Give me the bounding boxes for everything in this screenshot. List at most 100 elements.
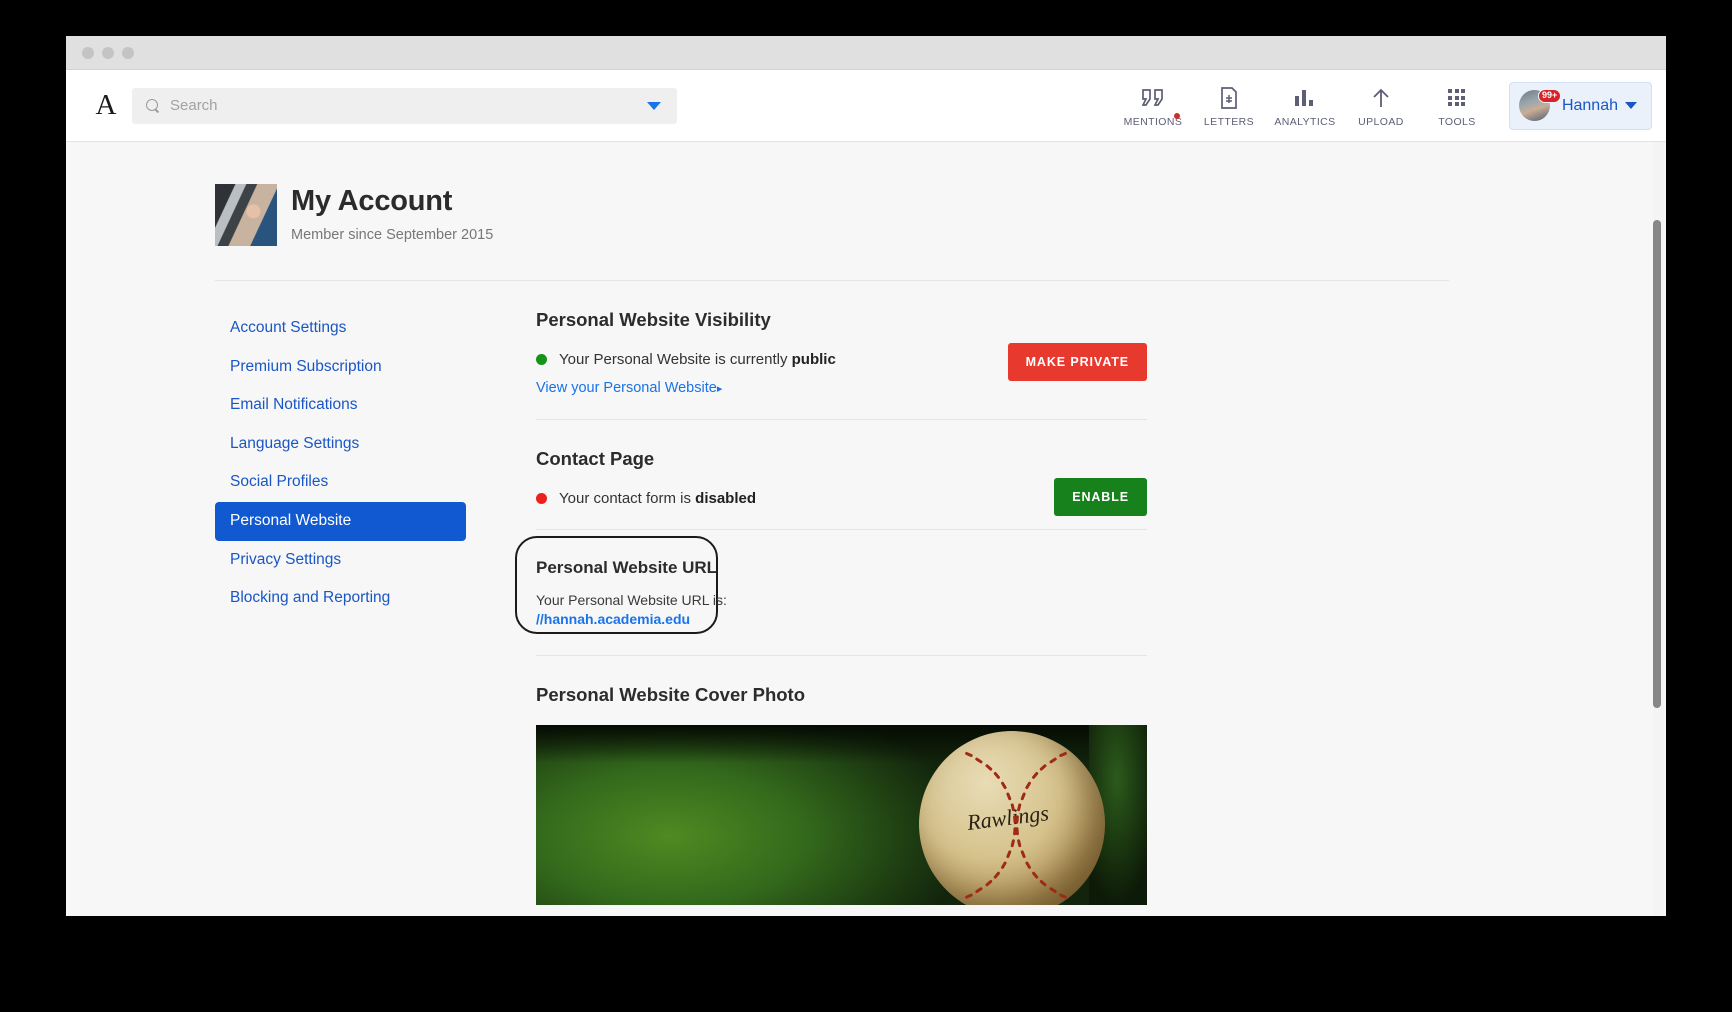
settings-sidebar: Account Settings Premium Subscription Em… (215, 309, 466, 905)
account-titles: My Account Member since September 2015 (291, 184, 493, 243)
contact-status-value: disabled (695, 490, 757, 507)
visibility-status-prefix: Your Personal Website is currently (559, 351, 792, 368)
baseball-brand-text: Rawlings (966, 800, 1051, 836)
nav-label-analytics: ANALYTICS (1274, 115, 1336, 128)
enable-contact-form-button[interactable]: ENABLE (1054, 478, 1147, 516)
search-chevron-down-icon[interactable] (647, 101, 661, 110)
sidebar-item-privacy-settings[interactable]: Privacy Settings (215, 541, 466, 580)
status-badge-disabled (536, 493, 547, 504)
user-name-label: Hannah (1561, 96, 1618, 114)
url-description: Your Personal Website URL is: (536, 592, 727, 608)
baseball-seam (1019, 850, 1026, 859)
search-input[interactable] (170, 97, 647, 114)
contact-status-text: Your contact form is disabled (559, 490, 756, 507)
page-content: My Account Member since September 2015 A… (66, 142, 1666, 905)
view-personal-website-link[interactable]: View your Personal Website▸ (536, 380, 722, 396)
contact-title: Contact Page (536, 448, 655, 469)
sidebar-item-language-settings[interactable]: Language Settings (215, 425, 466, 464)
sidebar-item-personal-website[interactable]: Personal Website (215, 501, 466, 541)
nav-item-analytics[interactable]: ANALYTICS (1267, 86, 1343, 130)
baseball-seam (975, 887, 984, 895)
baseball-seam (964, 893, 974, 900)
nav-actions: MENTIONS LETTERS ANALYTICS UPLOAD TOOLS … (1115, 81, 1652, 130)
baseball-seam (1000, 861, 1008, 870)
baseball-seam (1006, 850, 1013, 859)
sidebar-item-blocking-and-reporting[interactable]: Blocking and Reporting (215, 579, 466, 618)
contact-status-prefix: Your contact form is (559, 490, 696, 507)
section-personal-website-url: Personal Website URL Your Personal Websi… (515, 530, 1147, 656)
status-badge-public (536, 354, 547, 365)
section-contact-page: Contact Page Your contact form is disabl… (536, 420, 1147, 530)
scrollbar-track[interactable] (1653, 142, 1664, 916)
quote-icon (1141, 86, 1164, 110)
baseball-seam (1031, 871, 1039, 879)
nav-label-upload: UPLOAD (1358, 115, 1404, 128)
right-arrow-icon: ▸ (716, 383, 723, 395)
baseball-seam (1019, 791, 1026, 801)
top-navigation-bar: A MENTIONS (66, 70, 1666, 142)
baseball-seam (985, 879, 993, 888)
nav-label-letters: LETTERS (1203, 115, 1254, 128)
page-title: My Account (291, 185, 453, 217)
sidebar-item-premium-subscription[interactable]: Premium Subscription (215, 348, 466, 387)
sidebar-item-account-settings[interactable]: Account Settings (215, 309, 466, 348)
baseball-seam (993, 871, 1001, 879)
window-titlebar (66, 36, 1666, 70)
notification-count-badge: 99+ (1537, 88, 1562, 103)
browser-window: A MENTIONS (66, 36, 1666, 916)
baseball-seam (1016, 838, 1022, 848)
search-icon (146, 98, 160, 113)
bar-chart-icon (1294, 86, 1316, 110)
view-link-label: View your Personal Website (536, 380, 717, 396)
baseball-seam (1058, 751, 1068, 757)
baseball-seam (1031, 771, 1039, 780)
academia-logo[interactable]: A (82, 91, 130, 120)
profile-photo (215, 184, 277, 246)
content-columns: Account Settings Premium Subscription Em… (66, 281, 1666, 905)
visibility-status-value: public (791, 351, 836, 368)
url-title: Personal Website URL (536, 558, 718, 577)
window-maximize-button[interactable] (122, 46, 134, 59)
visibility-status-text: Your Personal Website is currently publi… (559, 351, 836, 368)
sidebar-item-social-profiles[interactable]: Social Profiles (215, 463, 466, 502)
sidebar-item-email-notifications[interactable]: Email Notifications (215, 386, 466, 425)
member-since-label: Member since September 2015 (291, 227, 494, 243)
cover-photo-image[interactable]: Rawlings (536, 725, 1147, 905)
search-bar[interactable] (132, 87, 677, 124)
baseball-seam (985, 763, 993, 771)
letter-doc-icon (1220, 86, 1238, 110)
window-minimize-button[interactable] (102, 46, 114, 59)
settings-main-panel: Personal Website Visibility Your Persona… (515, 309, 1147, 905)
baseball-seam (993, 771, 1001, 780)
baseball-seam (1058, 893, 1068, 900)
nav-item-upload[interactable]: UPLOAD (1343, 86, 1419, 130)
baseball-seam (1039, 879, 1047, 888)
nav-item-tools[interactable]: TOOLS (1419, 86, 1495, 130)
baseball-seam (964, 751, 974, 757)
grid-apps-icon (1448, 86, 1466, 110)
cover-photo-title: Personal Website Cover Photo (536, 684, 805, 705)
baseball-seam (1024, 781, 1032, 790)
baseball-seam (1010, 838, 1016, 848)
baseball-seam (1000, 781, 1008, 790)
baseball-seam (1048, 887, 1057, 895)
nav-item-mentions[interactable]: MENTIONS (1115, 86, 1191, 130)
make-private-button[interactable]: MAKE PRIVATE (1007, 343, 1147, 381)
scrollbar-thumb[interactable] (1653, 220, 1661, 708)
baseball-graphic: Rawlings (919, 731, 1105, 905)
personal-website-url-link[interactable]: //hannah.academia.edu (536, 611, 1147, 627)
user-menu-button[interactable]: 99+ Hannah (1508, 81, 1652, 130)
upload-arrow-icon (1370, 86, 1392, 110)
baseball-seam (1039, 763, 1047, 771)
visibility-title: Personal Website Visibility (536, 309, 771, 330)
baseball-seam (975, 756, 984, 764)
section-website-visibility: Personal Website Visibility Your Persona… (536, 309, 1147, 420)
nav-item-letters[interactable]: LETTERS (1191, 86, 1267, 130)
baseball-seam (1024, 861, 1032, 870)
page-viewport: A MENTIONS (66, 70, 1666, 916)
nav-label-tools: TOOLS (1438, 115, 1476, 128)
window-close-button[interactable] (82, 46, 94, 59)
baseball-seam (1006, 791, 1013, 801)
mentions-notification-dot (1173, 112, 1180, 119)
account-header: My Account Member since September 2015 (66, 142, 1666, 246)
